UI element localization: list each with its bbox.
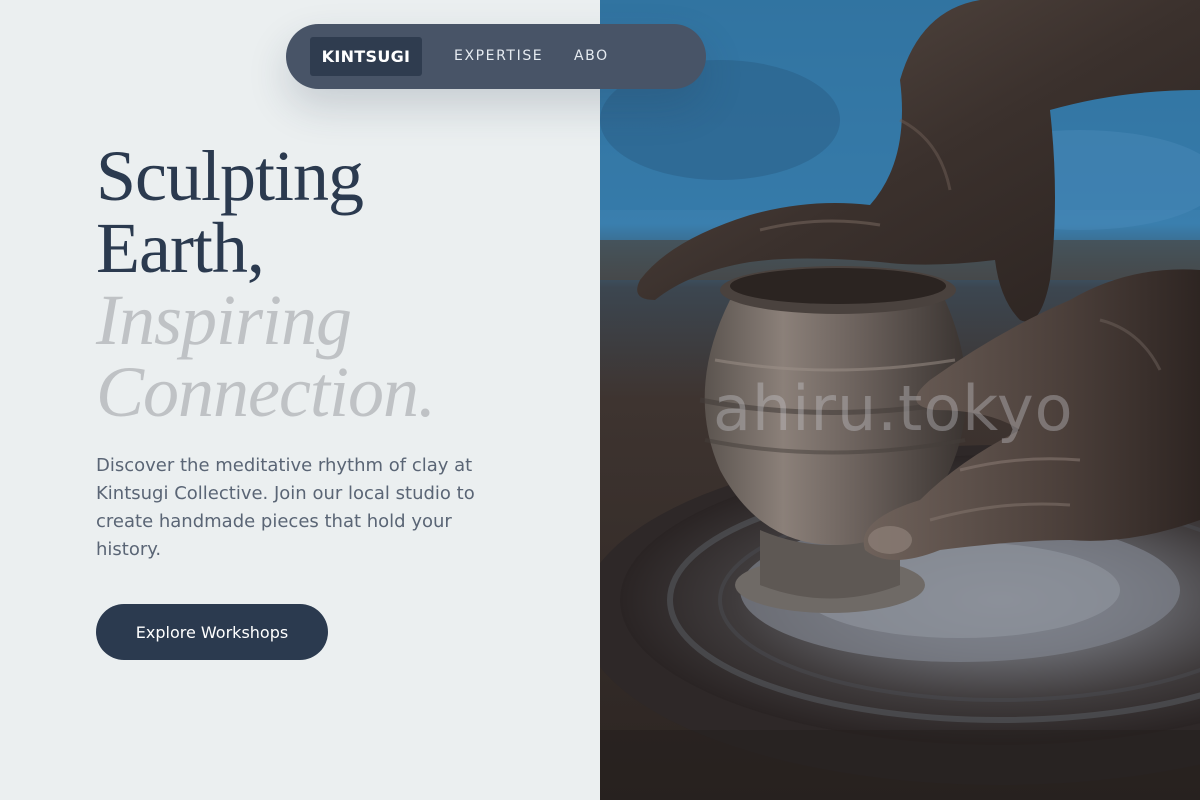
- hero-title-line-3: Inspiring: [96, 280, 352, 360]
- hero-title-line-2: Earth,: [96, 208, 265, 288]
- hero-title-line-1: Sculpting: [96, 136, 364, 216]
- hero-description: Discover the meditative rhythm of clay a…: [96, 455, 475, 560]
- hero-title: Sculpting Earth, Inspiring Connection.: [96, 136, 436, 432]
- page: Sculpting Earth, Inspiring Connection. D…: [0, 0, 1200, 800]
- nav-link-about[interactable]: ABO: [574, 46, 609, 66]
- hero-image: ahiru.tokyo: [600, 0, 1200, 800]
- nav-pill: KINTSUGI EXPERTISE ABO: [286, 24, 706, 89]
- hero-title-line-4: Connection.: [96, 352, 436, 432]
- hero-text-panel: Sculpting Earth, Inspiring Connection. D…: [0, 0, 600, 800]
- explore-workshops-button[interactable]: Explore Workshops: [96, 604, 328, 660]
- nav-link-expertise[interactable]: EXPERTISE: [454, 46, 543, 66]
- watermark-text: ahiru.tokyo: [713, 372, 1074, 445]
- brand-logo[interactable]: KINTSUGI: [310, 37, 422, 76]
